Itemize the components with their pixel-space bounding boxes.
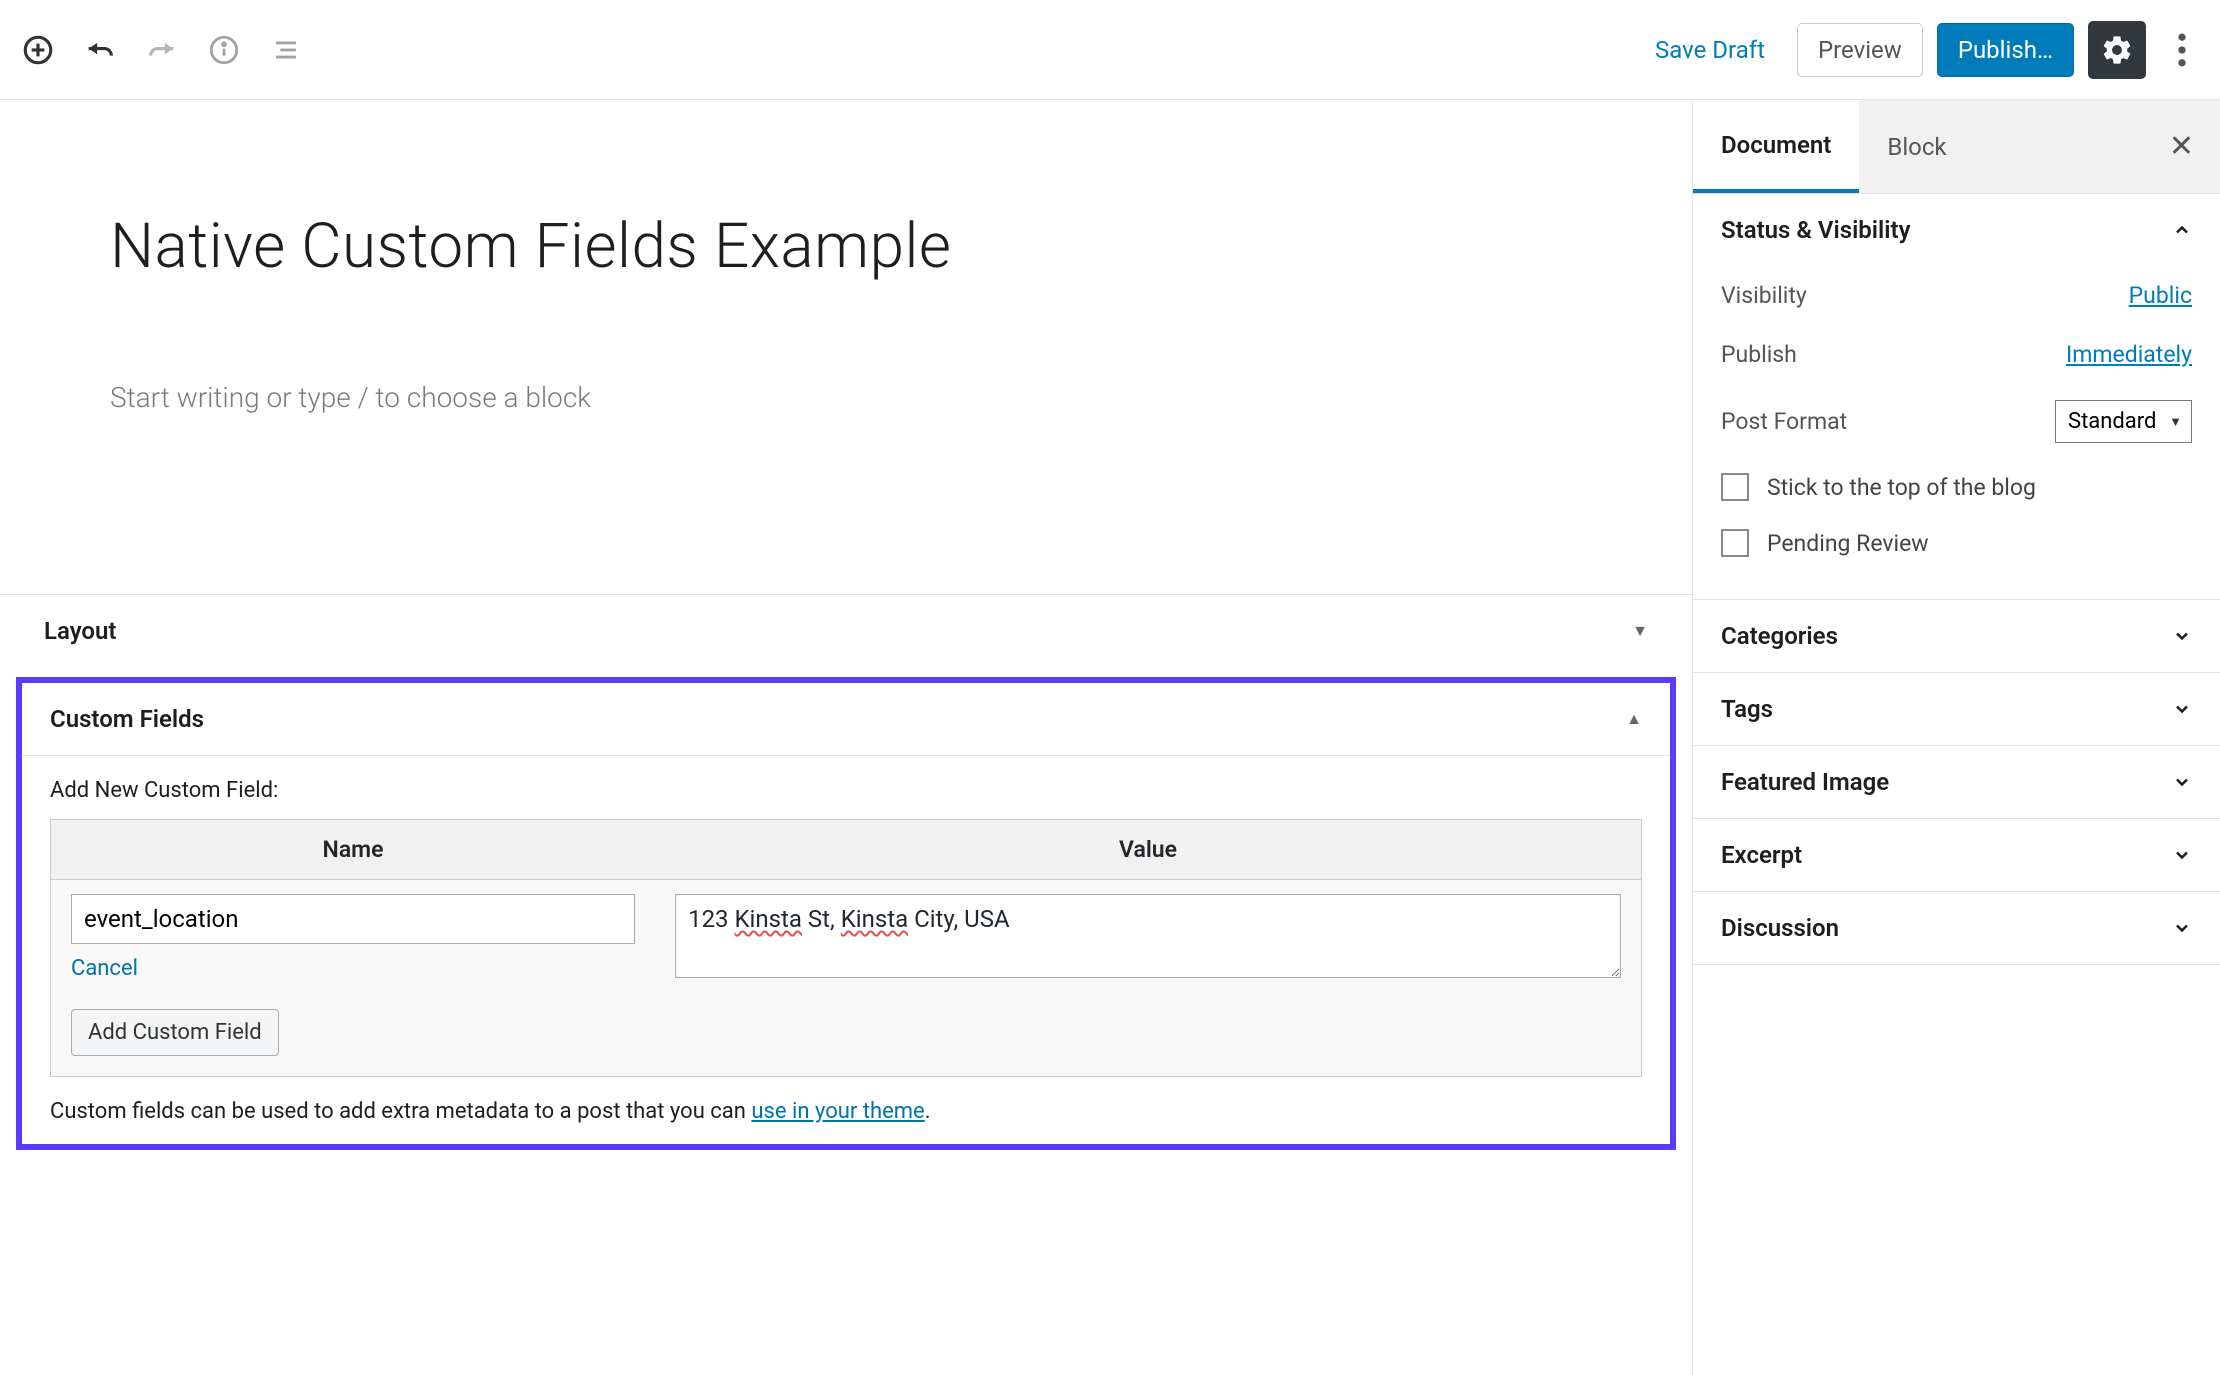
categories-title: Categories <box>1721 622 1838 650</box>
status-panel: Status & Visibility Visibility Public Pu… <box>1693 194 2220 600</box>
pending-label: Pending Review <box>1767 530 1929 557</box>
cf-value-header: Value <box>655 820 1641 880</box>
cf-name-input[interactable] <box>71 894 635 944</box>
format-select[interactable]: Standard <box>2055 400 2192 443</box>
sticky-row: Stick to the top of the blog <box>1721 459 2192 515</box>
toolbar-left-group <box>10 28 308 72</box>
toolbar-right-group: Save Draft Preview Publish… <box>1637 21 2204 79</box>
cf-help-link[interactable]: use in your theme <box>751 1099 924 1124</box>
chevron-down-icon <box>2172 918 2192 938</box>
preview-button[interactable]: Preview <box>1797 23 1923 77</box>
cf-name-header: Name <box>51 820 656 880</box>
editor-column: Native Custom Fields Example Start writi… <box>0 100 1692 1375</box>
cf-cancel-link[interactable]: Cancel <box>71 956 138 981</box>
discussion-header[interactable]: Discussion <box>1693 892 2220 964</box>
categories-panel: Categories <box>1693 600 2220 673</box>
discussion-panel: Discussion <box>1693 892 2220 965</box>
chevron-up-icon: ▲ <box>1626 709 1642 729</box>
categories-header[interactable]: Categories <box>1693 600 2220 672</box>
discussion-title: Discussion <box>1721 914 1839 942</box>
chevron-down-icon <box>2172 626 2192 646</box>
custom-fields-body: Add New Custom Field: Name Value <box>22 755 1670 1144</box>
custom-fields-metabox: Custom Fields ▲ Add New Custom Field: Na… <box>22 683 1670 1144</box>
sidebar-tabs: Document Block ✕ <box>1693 100 2220 194</box>
sticky-checkbox[interactable] <box>1721 473 1749 501</box>
tags-panel: Tags <box>1693 673 2220 746</box>
tags-title: Tags <box>1721 695 1773 723</box>
add-block-icon[interactable] <box>16 28 60 72</box>
featured-image-header[interactable]: Featured Image <box>1693 746 2220 818</box>
top-toolbar: Save Draft Preview Publish… <box>0 0 2220 100</box>
block-placeholder[interactable]: Start writing or type / to choose a bloc… <box>110 381 1582 414</box>
cf-help-prefix: Custom fields can be used to add extra m… <box>50 1099 751 1124</box>
status-panel-body: Visibility Public Publish Immediately Po… <box>1693 266 2220 599</box>
cf-help-text: Custom fields can be used to add extra m… <box>50 1099 1642 1124</box>
redo-icon[interactable] <box>140 28 184 72</box>
pending-checkbox[interactable] <box>1721 529 1749 557</box>
excerpt-panel: Excerpt <box>1693 819 2220 892</box>
tab-document[interactable]: Document <box>1693 100 1859 193</box>
chevron-down-icon <box>2172 772 2192 792</box>
chevron-down-icon: ▼ <box>1632 621 1648 641</box>
custom-fields-title: Custom Fields <box>50 705 204 733</box>
format-label: Post Format <box>1721 408 1847 435</box>
settings-button[interactable] <box>2088 21 2146 79</box>
custom-fields-highlight: Custom Fields ▲ Add New Custom Field: Na… <box>16 677 1676 1150</box>
layout-metabox-header[interactable]: Layout ▼ <box>16 595 1676 667</box>
save-draft-button[interactable]: Save Draft <box>1637 24 1783 76</box>
tags-header[interactable]: Tags <box>1693 673 2220 745</box>
close-sidebar-icon[interactable]: ✕ <box>2161 129 2202 164</box>
visibility-row: Visibility Public <box>1721 266 2192 325</box>
add-new-cf-label: Add New Custom Field: <box>50 778 1642 803</box>
outline-icon[interactable] <box>264 28 308 72</box>
status-panel-header[interactable]: Status & Visibility <box>1693 194 2220 266</box>
publish-value[interactable]: Immediately <box>2066 341 2192 368</box>
tab-block[interactable]: Block <box>1859 100 1974 193</box>
post-title[interactable]: Native Custom Fields Example <box>110 210 1582 283</box>
editor-content: Native Custom Fields Example Start writi… <box>0 100 1692 434</box>
excerpt-header[interactable]: Excerpt <box>1693 819 2220 891</box>
chevron-up-icon <box>2172 220 2192 240</box>
featured-image-title: Featured Image <box>1721 768 1889 796</box>
undo-icon[interactable] <box>78 28 122 72</box>
sticky-label: Stick to the top of the blog <box>1767 474 2036 501</box>
visibility-label: Visibility <box>1721 282 1807 309</box>
publish-button[interactable]: Publish… <box>1937 23 2074 77</box>
cf-help-suffix: . <box>925 1099 931 1124</box>
metaboxes-area: Layout ▼ Custom Fields ▲ Add New Custom … <box>0 594 1692 1150</box>
format-row: Post Format Standard <box>1721 384 2192 459</box>
format-select-wrap: Standard <box>2055 400 2192 443</box>
settings-sidebar: Document Block ✕ Status & Visibility Vis… <box>1692 100 2220 1375</box>
more-options-icon[interactable] <box>2160 28 2204 72</box>
publish-label: Publish <box>1721 341 1797 368</box>
layout-title: Layout <box>44 617 116 645</box>
custom-fields-table: Name Value Cancel <box>50 819 1642 1077</box>
pending-row: Pending Review <box>1721 515 2192 571</box>
cf-value-textarea[interactable]: 123 Kinsta St, Kinsta City, USA <box>675 894 1621 978</box>
custom-fields-header[interactable]: Custom Fields ▲ <box>22 683 1670 755</box>
status-panel-title: Status & Visibility <box>1721 216 1911 244</box>
layout-metabox: Layout ▼ <box>16 595 1676 667</box>
info-icon[interactable] <box>202 28 246 72</box>
chevron-down-icon <box>2172 845 2192 865</box>
excerpt-title: Excerpt <box>1721 841 1802 869</box>
featured-image-panel: Featured Image <box>1693 746 2220 819</box>
main-area: Native Custom Fields Example Start writi… <box>0 100 2220 1375</box>
add-custom-field-button[interactable]: Add Custom Field <box>71 1009 279 1056</box>
visibility-value[interactable]: Public <box>2129 282 2192 309</box>
publish-row: Publish Immediately <box>1721 325 2192 384</box>
chevron-down-icon <box>2172 699 2192 719</box>
